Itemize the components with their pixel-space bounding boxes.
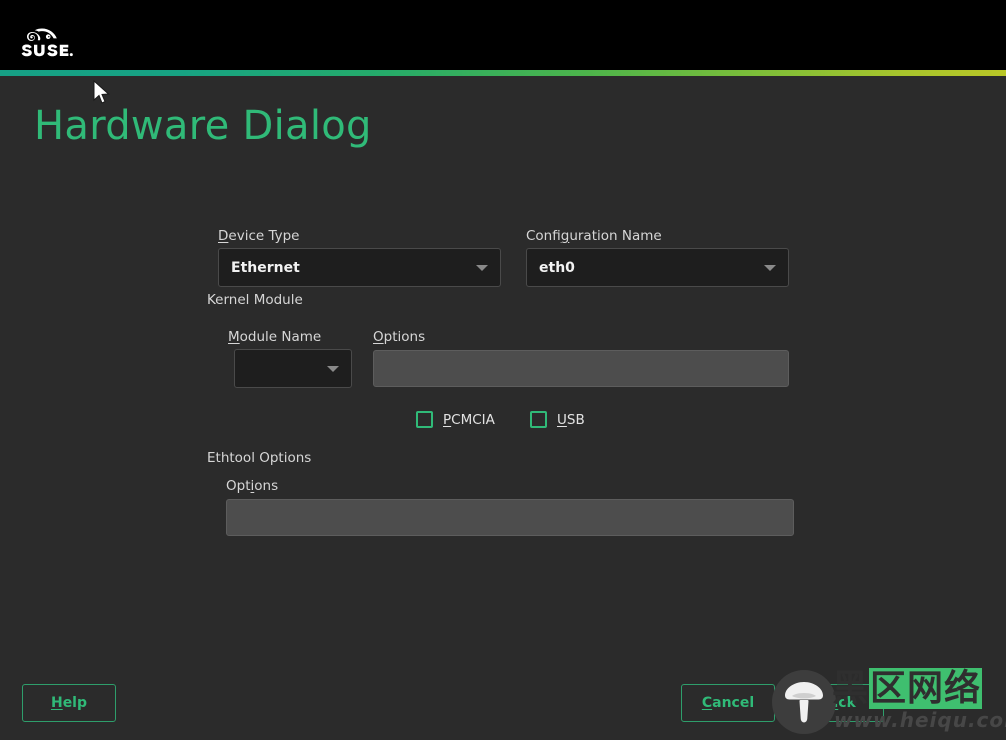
cancel-button-label: Cancel (702, 695, 754, 711)
configuration-name-label-pre: Confi (526, 228, 561, 244)
pcmcia-checkbox[interactable] (416, 411, 433, 428)
kernel-module-options-input[interactable] (373, 350, 789, 387)
kernel-module-section-label: Kernel Module (207, 292, 303, 308)
usb-label-text: SB (566, 411, 585, 428)
usb-checkbox-label: USB (557, 412, 585, 428)
chevron-down-icon (327, 365, 339, 372)
yast-hardware-dialog-window: Hardware Dialog Device Type Ethernet Con… (0, 0, 1006, 740)
back-button[interactable]: Back (790, 684, 884, 722)
help-accel: H (50, 695, 63, 711)
kernel-module-options-label-text: ptions (383, 329, 426, 345)
pcmcia-label-text: CMCIA (451, 411, 495, 428)
chevron-down-icon (764, 264, 776, 271)
device-type-label: Device Type (218, 228, 299, 244)
accent-gradient-bar (0, 70, 1006, 76)
module-name-select[interactable] (234, 349, 352, 388)
cancel-accel: C (701, 695, 713, 711)
device-type-label-text: evice Type (228, 228, 300, 244)
pcmcia-accel: P (443, 411, 452, 428)
ethtool-options-input[interactable] (226, 499, 794, 536)
usb-checkbox[interactable] (530, 411, 547, 428)
suse-header-bar (0, 0, 1006, 70)
watermark-cn-highlight: 区网络 (869, 668, 983, 709)
help-button[interactable]: Help (22, 684, 116, 722)
pcmcia-checkbox-label: PCMCIA (443, 412, 495, 428)
chevron-down-icon (476, 264, 488, 271)
back-button-label: Back (818, 695, 856, 711)
usb-checkbox-row[interactable]: USB (530, 411, 585, 428)
page-title: Hardware Dialog (34, 103, 372, 149)
cancel-label-text: ancel (712, 695, 755, 711)
device-type-select[interactable]: Ethernet (218, 248, 501, 287)
configuration-name-select[interactable]: eth0 (526, 248, 789, 287)
cancel-button[interactable]: Cancel (681, 684, 775, 722)
back-accel: a (828, 695, 839, 711)
kernel-module-options-accel: O (373, 329, 384, 345)
ethtool-options-label-pre: Opt (226, 478, 251, 494)
back-label-text: ck (838, 695, 856, 711)
configuration-name-value: eth0 (539, 259, 575, 276)
ethtool-options-label: Options (226, 478, 278, 494)
device-type-value: Ethernet (231, 259, 300, 276)
back-label-pre: B (818, 695, 829, 711)
module-name-accel: M (228, 329, 240, 345)
ethtool-options-label-post: ons (254, 478, 279, 494)
configuration-name-label: Configuration Name (526, 228, 662, 244)
configuration-name-label-post: uration Name (569, 228, 662, 244)
module-name-label: Module Name (228, 329, 321, 345)
help-label-text: elp (62, 695, 88, 711)
pcmcia-checkbox-row[interactable]: PCMCIA (416, 411, 495, 428)
suse-logo (18, 10, 218, 66)
help-button-label: Help (51, 695, 87, 711)
kernel-module-options-label: Options (373, 329, 425, 345)
module-name-label-text: odule Name (239, 329, 322, 345)
device-type-accel: D (218, 228, 229, 244)
ethtool-options-section-label: Ethtool Options (207, 450, 312, 466)
usb-accel: U (557, 411, 567, 428)
